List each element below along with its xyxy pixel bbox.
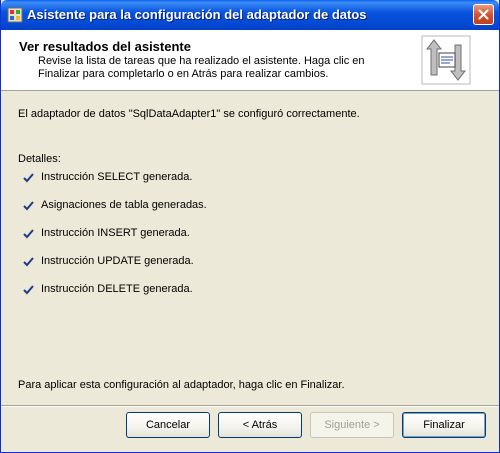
app-icon <box>7 7 23 23</box>
detail-text: Asignaciones de tabla generadas. <box>41 199 207 211</box>
checkmark-icon <box>23 257 34 267</box>
close-button[interactable] <box>473 4 494 25</box>
result-message: El adaptador de datos "SqlDataAdapter1" … <box>18 108 360 120</box>
wizard-window: Asistente para la configuración del adap… <box>0 0 500 453</box>
back-button[interactable]: < Atrás <box>218 412 302 438</box>
detail-text: Instrucción SELECT generada. <box>41 171 193 183</box>
close-icon <box>478 9 489 20</box>
checkmark-icon <box>23 229 34 239</box>
cancel-button[interactable]: Cancelar <box>126 412 210 438</box>
button-separator <box>1 405 499 407</box>
wizard-header: Ver resultados del asistente Revise la l… <box>1 30 499 91</box>
details-label: Detalles: <box>18 153 61 165</box>
footer-instruction: Para aplicar esta configuración al adapt… <box>18 379 345 391</box>
detail-text: Instrucción DELETE generada. <box>41 283 193 295</box>
title-bar[interactable]: Asistente para la configuración del adap… <box>1 0 499 30</box>
detail-text: Instrucción UPDATE generada. <box>41 255 194 267</box>
data-adapter-wizard-icon <box>421 35 471 85</box>
finish-button[interactable]: Finalizar <box>402 412 486 438</box>
wizard-content: El adaptador de datos "SqlDataAdapter1" … <box>1 91 499 405</box>
page-description: Revise la lista de tareas que ha realiza… <box>38 55 365 80</box>
checkmark-icon <box>23 173 34 183</box>
window-title: Asistente para la configuración del adap… <box>27 7 367 22</box>
checkmark-icon <box>23 201 34 211</box>
page-title: Ver resultados del asistente <box>19 39 191 54</box>
next-button[interactable]: Siguiente > <box>310 412 394 438</box>
detail-text: Instrucción INSERT generada. <box>41 227 190 239</box>
checkmark-icon <box>23 285 34 295</box>
